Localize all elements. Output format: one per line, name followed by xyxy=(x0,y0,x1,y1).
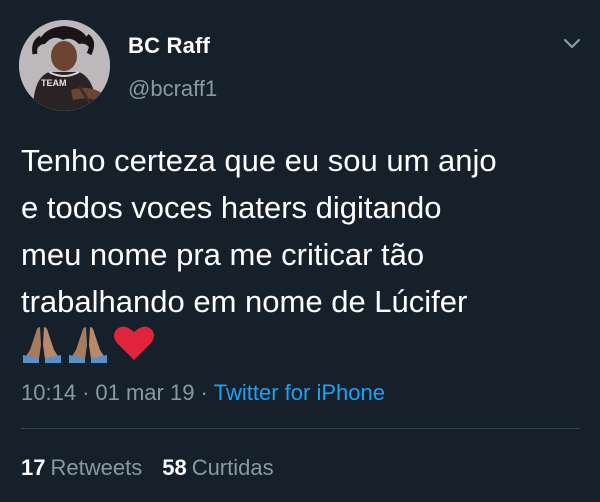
tweet-source-link[interactable]: Twitter for iPhone xyxy=(214,380,385,405)
avatar-shirt-text: TEAM xyxy=(41,78,67,88)
meta-separator: · xyxy=(82,380,90,405)
likes-stat[interactable]: 58 Curtidas xyxy=(162,455,273,480)
tweet-time[interactable]: 10:14 xyxy=(21,380,76,405)
folded-hands-icon xyxy=(69,327,107,363)
retweets-label: Retweets xyxy=(50,455,143,480)
folded-hands-icon xyxy=(23,327,61,363)
tweet-card: TEAM BC Raff @bcraff1 Tenho certeza que … xyxy=(0,0,600,502)
avatar[interactable]: TEAM xyxy=(19,20,110,111)
tweet-text-line: meu nome pra me criticar tão xyxy=(21,237,425,272)
retweets-stat[interactable]: 17 Retweets xyxy=(21,455,142,480)
tweet-text-line: e todos voces haters digitando xyxy=(21,190,442,225)
chevron-down-icon[interactable] xyxy=(562,37,582,51)
red-heart-icon xyxy=(114,326,154,360)
author-name[interactable]: BC Raff xyxy=(128,33,210,59)
author-handle[interactable]: @bcraff1 xyxy=(128,76,217,102)
likes-label: Curtidas xyxy=(191,455,274,480)
tweet-text-line: trabalhando em nome de Lúcifer xyxy=(21,284,468,319)
retweets-count: 17 xyxy=(21,455,46,480)
tweet-stats: 17 Retweets 58 Curtidas xyxy=(21,455,274,481)
tweet-date[interactable]: 01 mar 19 xyxy=(95,380,194,405)
tweet-meta: 10:14 · 01 mar 19 · Twitter for iPhone xyxy=(21,380,385,406)
meta-separator: · xyxy=(200,380,208,405)
tweet-emojis xyxy=(21,322,159,364)
tweet-text: Tenho certeza que eu sou um anjo e todos… xyxy=(21,137,586,325)
tweet-text-line: Tenho certeza que eu sou um anjo xyxy=(21,143,497,178)
likes-count: 58 xyxy=(162,455,187,480)
divider xyxy=(21,428,580,429)
